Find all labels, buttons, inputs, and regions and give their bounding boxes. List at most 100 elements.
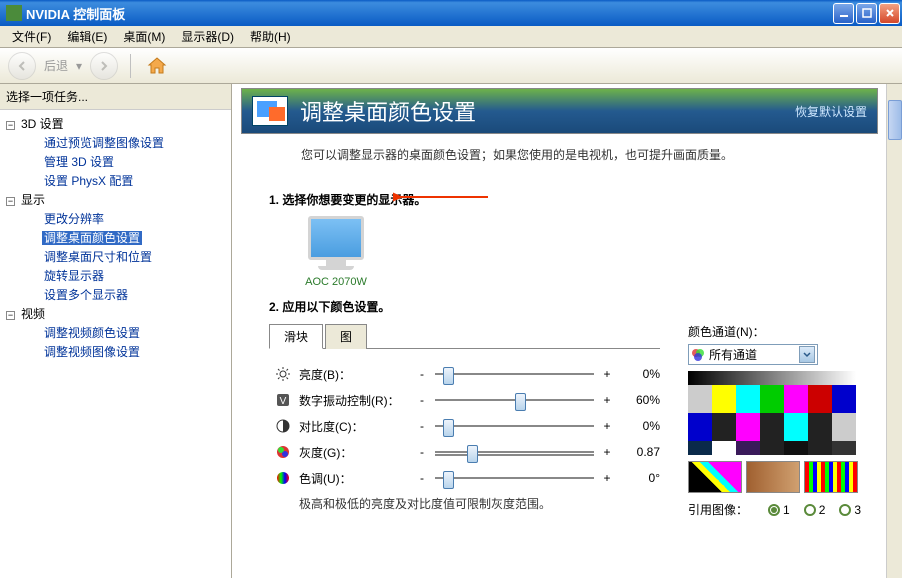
collapse-icon[interactable]: − [6, 311, 15, 320]
tab-chart[interactable]: 图 [325, 324, 367, 349]
channel-icon [691, 348, 705, 362]
monitor-label: AOC 2070W [301, 276, 371, 288]
tree-item-multi-display[interactable]: 设置多个显示器 [2, 285, 229, 304]
hue-icon [275, 470, 291, 486]
tab-slider[interactable]: 滑块 [269, 324, 323, 349]
contrast-icon [275, 418, 291, 434]
vibrance-icon: V [275, 392, 291, 408]
monitor-icon [308, 216, 364, 260]
restore-defaults-link[interactable]: 恢复默认设置 [795, 103, 867, 120]
page-description: 您可以调整显示器的桌面颜色设置；如果您使用的是电视机，也可提升画面质量。 [241, 144, 878, 181]
maximize-button[interactable] [856, 3, 877, 24]
vibrance-slider[interactable] [435, 392, 594, 408]
window-title: NVIDIA 控制面板 [26, 4, 831, 23]
gamma-slider[interactable] [435, 444, 594, 460]
channel-select[interactable]: 所有通道 [688, 344, 818, 365]
menu-file[interactable]: 文件(F) [4, 26, 59, 47]
brightness-value: 0% [620, 367, 660, 381]
thumbnail-strip [688, 461, 878, 493]
sidebar-header: 选择一项任务... [0, 84, 231, 110]
forward-button[interactable] [90, 52, 118, 80]
page-header: 调整桌面颜色设置 恢复默认设置 [241, 88, 878, 134]
brightness-slider[interactable] [435, 366, 594, 382]
page-title: 调整桌面颜色设置 [300, 95, 795, 127]
gamma-label: 灰度(G)： [299, 444, 409, 461]
menubar: 文件(F) 编辑(E) 桌面(M) 显示器(D) 帮助(H) [0, 26, 902, 48]
hue-slider[interactable] [435, 470, 594, 486]
refimage-radio-1[interactable]: 1 [768, 503, 790, 517]
slider-note: 极高和极低的亮度及对比度值可限制灰度范围。 [269, 491, 660, 512]
refimage-radios: 1 2 3 [768, 503, 861, 517]
refimage-radio-3[interactable]: 3 [839, 503, 861, 517]
tree-group-video[interactable]: −视频 [2, 304, 229, 323]
tree-item-size-position[interactable]: 调整桌面尺寸和位置 [2, 247, 229, 266]
vibrance-value: 60% [620, 393, 660, 407]
tree-item-desktop-color[interactable]: 调整桌面颜色设置 [2, 228, 229, 247]
svg-text:V: V [280, 396, 287, 407]
menu-help[interactable]: 帮助(H) [242, 26, 299, 47]
tree-group-display[interactable]: −显示 [2, 190, 229, 209]
minimize-button[interactable] [833, 3, 854, 24]
tree-item-manage3d[interactable]: 管理 3D 设置 [2, 152, 229, 171]
refimage-radio-2[interactable]: 2 [804, 503, 826, 517]
tree-item-rotate[interactable]: 旋转显示器 [2, 266, 229, 285]
step1-label: 1. 选择你想要变更的显示器。 [269, 191, 878, 208]
tree-item-preview[interactable]: 通过预览调整图像设置 [2, 133, 229, 152]
tree-item-video-color[interactable]: 调整视频颜色设置 [2, 323, 229, 342]
chevron-down-icon [799, 346, 815, 363]
ref-thumb-1[interactable] [688, 461, 742, 493]
toolbar: 后退 ▾ [0, 48, 902, 84]
monitor-selector[interactable]: AOC 2070W [301, 216, 371, 288]
window-titlebar: NVIDIA 控制面板 [0, 0, 902, 26]
hue-value: 0° [620, 471, 660, 485]
vibrance-row: V 数字振动控制(R)： - + 60% [269, 387, 660, 413]
menu-edit[interactable]: 编辑(E) [59, 26, 115, 47]
minus-icon: - [417, 393, 427, 407]
tree-group-3d[interactable]: −3D 设置 [2, 114, 229, 133]
contrast-value: 0% [620, 419, 660, 433]
hue-row: 色调(U)： - + 0° [269, 465, 660, 491]
plus-icon: + [602, 367, 612, 381]
refimage-label: 引用图像： [688, 501, 748, 518]
home-button[interactable] [143, 52, 171, 80]
main-panel: 调整桌面颜色设置 恢复默认设置 您可以调整显示器的桌面颜色设置；如果您使用的是电… [232, 84, 902, 578]
plus-icon: + [602, 445, 612, 459]
contrast-slider[interactable] [435, 418, 594, 434]
back-button[interactable] [8, 52, 36, 80]
gamma-value: 0.87 [620, 445, 660, 459]
settings-tabs: 滑块 图 [269, 323, 660, 349]
page-header-icon [252, 96, 288, 126]
tree-item-resolution[interactable]: 更改分辨率 [2, 209, 229, 228]
plus-icon: + [602, 471, 612, 485]
channel-label: 颜色通道(N)： [688, 323, 878, 340]
separator [130, 54, 131, 78]
ref-thumb-2[interactable] [746, 461, 800, 493]
collapse-icon[interactable]: − [6, 121, 15, 130]
menu-desktop[interactable]: 桌面(M) [115, 26, 173, 47]
ref-thumb-3[interactable] [804, 461, 858, 493]
step2-label: 2. 应用以下颜色设置。 [269, 298, 878, 315]
hue-label: 色调(U)： [299, 470, 409, 487]
nav-tree: −3D 设置 通过预览调整图像设置 管理 3D 设置 设置 PhysX 配置 −… [0, 110, 231, 365]
contrast-label: 对比度(C)： [299, 418, 409, 435]
minus-icon: - [417, 419, 427, 433]
gamma-icon [275, 444, 291, 460]
vibrance-label: 数字振动控制(R)： [299, 392, 409, 409]
brightness-icon [275, 366, 291, 382]
vertical-scrollbar[interactable] [886, 84, 902, 578]
back-label: 后退 [44, 57, 68, 74]
minus-icon: - [417, 471, 427, 485]
menu-display[interactable]: 显示器(D) [173, 26, 242, 47]
sidebar: 选择一项任务... −3D 设置 通过预览调整图像设置 管理 3D 设置 设置 … [0, 84, 232, 578]
plus-icon: + [602, 419, 612, 433]
plus-icon: + [602, 393, 612, 407]
gamma-row: 灰度(G)： - + 0.87 [269, 439, 660, 465]
minus-icon: - [417, 445, 427, 459]
collapse-icon[interactable]: − [6, 197, 15, 206]
brightness-row: 亮度(B)： - + 0% [269, 361, 660, 387]
channel-value: 所有通道 [709, 346, 799, 363]
close-button[interactable] [879, 3, 900, 24]
tree-item-video-image[interactable]: 调整视频图像设置 [2, 342, 229, 361]
tree-item-physx[interactable]: 设置 PhysX 配置 [2, 171, 229, 190]
brightness-label: 亮度(B)： [299, 366, 409, 383]
